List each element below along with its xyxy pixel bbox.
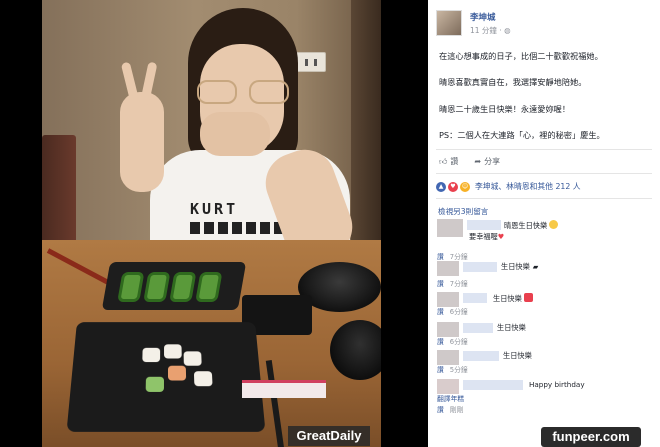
comment-like-link[interactable]: 讚	[437, 406, 444, 414]
comment-like-link[interactable]: 讚	[437, 280, 444, 288]
author-avatar[interactable]	[436, 10, 462, 36]
photo-radish	[183, 351, 202, 366]
haha-reaction-icon: ☺	[460, 181, 470, 192]
post-meta: 11 分鐘 · ◍	[470, 25, 511, 36]
post-paragraph: 在這心想事成的日子，比個二十歡歡祝福她。	[439, 51, 603, 61]
photo-watermark: GreatDaily	[288, 426, 370, 446]
comment-text-body: 晴恩生日快樂	[504, 221, 548, 230]
comment-text: 生日快樂	[497, 323, 526, 332]
photo-bowl	[330, 320, 381, 380]
photo-hand-over-mouth	[200, 112, 270, 156]
comment-actions: 翻譯年糕	[437, 393, 464, 403]
comment-like-link[interactable]: 讚	[437, 253, 444, 261]
post-paragraph: PS：二個人在大連路「心，裡的秘密」慶生。	[439, 130, 605, 141]
comment-text: 生日快樂	[503, 351, 532, 360]
comment-time[interactable]: 6分鐘	[450, 338, 468, 346]
comment-actions: 讚剛剛	[437, 404, 463, 414]
thumbs-up-icon: 👍︎	[439, 156, 448, 166]
comment-actions: 讚 7分鐘	[437, 278, 468, 288]
commenter-name[interactable]	[463, 351, 499, 361]
comment-time[interactable]: 7分鐘	[450, 253, 468, 261]
comment-item: 生日快樂 ▰ 讚 7分鐘	[437, 261, 653, 291]
photo-chair	[42, 135, 76, 255]
commenter-avatar[interactable]	[437, 292, 459, 307]
divider	[436, 149, 652, 150]
photo-cucumber	[117, 272, 145, 302]
comment-text: 晴恩生日快樂	[504, 220, 559, 231]
comment-item: 生日快樂 讚 6分鐘	[437, 292, 653, 322]
translate-link[interactable]: 翻譯年糕	[437, 395, 464, 403]
comment-time[interactable]: 7分鐘	[450, 280, 468, 288]
photo-cucumber-slice	[145, 376, 164, 392]
comment-text-body: 生日快樂	[501, 262, 530, 271]
like-label: 讚	[450, 157, 459, 166]
post-photo[interactable]: KURT GreatDaily	[42, 0, 381, 447]
comment-text: 生日快樂	[493, 293, 533, 304]
photo-cucumber	[195, 272, 223, 302]
share-label: 分享	[484, 157, 501, 166]
photo-chopstick-wrapper	[242, 380, 326, 398]
comment-text: 生日快樂 ▰	[501, 262, 538, 272]
photo-radish-plate	[66, 322, 266, 432]
commenter-avatar[interactable]	[437, 219, 463, 237]
post-actions: 👍︎ 讚 ➦ 分享	[439, 156, 500, 167]
divider	[436, 198, 652, 199]
commenter-name[interactable]	[467, 220, 501, 230]
view-more-comments-link[interactable]: 檢視另3則留言	[438, 206, 488, 217]
comment-text-body: 生日快樂	[493, 294, 522, 303]
commenter-name[interactable]	[463, 380, 523, 390]
comment-actions: 讚 6分鐘	[437, 306, 468, 316]
divider	[436, 173, 652, 174]
post-time[interactable]: 11 分鐘	[470, 26, 497, 35]
post-paragraph: 晴恩喜歡真實自在，我選擇安靜地陪她。	[439, 77, 587, 88]
like-reaction-icon: ▲	[436, 181, 446, 192]
commenter-avatar[interactable]	[437, 379, 459, 394]
comment-item: 生日快樂 讚 5分鐘	[437, 350, 653, 380]
comment-time[interactable]: 剛剛	[450, 406, 464, 414]
photo-cucumber-plate	[101, 262, 247, 310]
photo-glasses	[197, 80, 289, 104]
commenter-name[interactable]	[463, 293, 487, 303]
comment-actions: 讚 6分鐘	[437, 336, 468, 346]
reactions-summary[interactable]: ▲ ♥ ☺ 李坤城、林晴恩和其他 212 人	[436, 181, 581, 192]
post-header: 李坤城 11 分鐘 · ◍	[436, 8, 656, 38]
reactions-text: 李坤城、林晴恩和其他 212 人	[475, 182, 581, 191]
commenter-avatar[interactable]	[437, 261, 459, 276]
commenter-name[interactable]	[463, 323, 493, 333]
comment-item: 生日快樂 讚 6分鐘	[437, 322, 653, 352]
smile-emoji-icon	[549, 220, 559, 229]
cake-emoji-icon: ▰	[532, 262, 539, 271]
commenter-name[interactable]	[463, 262, 497, 272]
commenter-avatar[interactable]	[437, 322, 459, 337]
comment-time[interactable]: 6分鐘	[450, 308, 468, 316]
comment-like-link[interactable]: 讚	[437, 338, 444, 346]
photo-cucumber	[169, 272, 197, 302]
comment-text: Happy birthday	[529, 380, 585, 389]
post-paragraph: 晴恩二十歲生日快樂！永遠愛妳喔！	[439, 103, 571, 114]
post-body: 在這心想事成的日子，比個二十歡歡祝福她。 晴恩喜歡真實自在，我選擇安靜地陪她。 …	[439, 50, 655, 156]
photo-cucumber	[143, 272, 171, 302]
site-watermark: funpeer.com	[541, 427, 641, 447]
comment-time[interactable]: 5分鐘	[450, 366, 468, 374]
comment-like-link[interactable]: 讚	[437, 366, 444, 374]
photo-peace-hand	[120, 92, 164, 192]
comment-actions: 讚 7分鐘	[437, 251, 468, 261]
photo-wall-edge	[351, 0, 381, 270]
photo-carrot	[167, 365, 187, 381]
like-button[interactable]: 👍︎ 讚	[439, 156, 458, 167]
comment-actions: 讚 5分鐘	[437, 364, 468, 374]
comment-like-link[interactable]: 讚	[437, 308, 444, 316]
photo-radish	[193, 371, 213, 387]
facebook-post-panel: 李坤城 11 分鐘 · ◍ 在這心想事成的日子，比個二十歡歡祝福她。 晴恩喜歡真…	[428, 0, 660, 447]
photo-radish	[164, 344, 182, 359]
wall-outlet	[296, 52, 326, 72]
gift-emoji-icon	[523, 293, 533, 302]
share-icon: ➦	[474, 157, 482, 166]
photo-radish	[142, 347, 161, 363]
share-button[interactable]: ➦ 分享	[474, 156, 500, 167]
commenter-avatar[interactable]	[437, 350, 459, 365]
globe-icon: · ◍	[499, 26, 511, 35]
love-reaction-icon: ♥	[448, 181, 458, 192]
author-name[interactable]: 李坤城	[470, 11, 496, 23]
